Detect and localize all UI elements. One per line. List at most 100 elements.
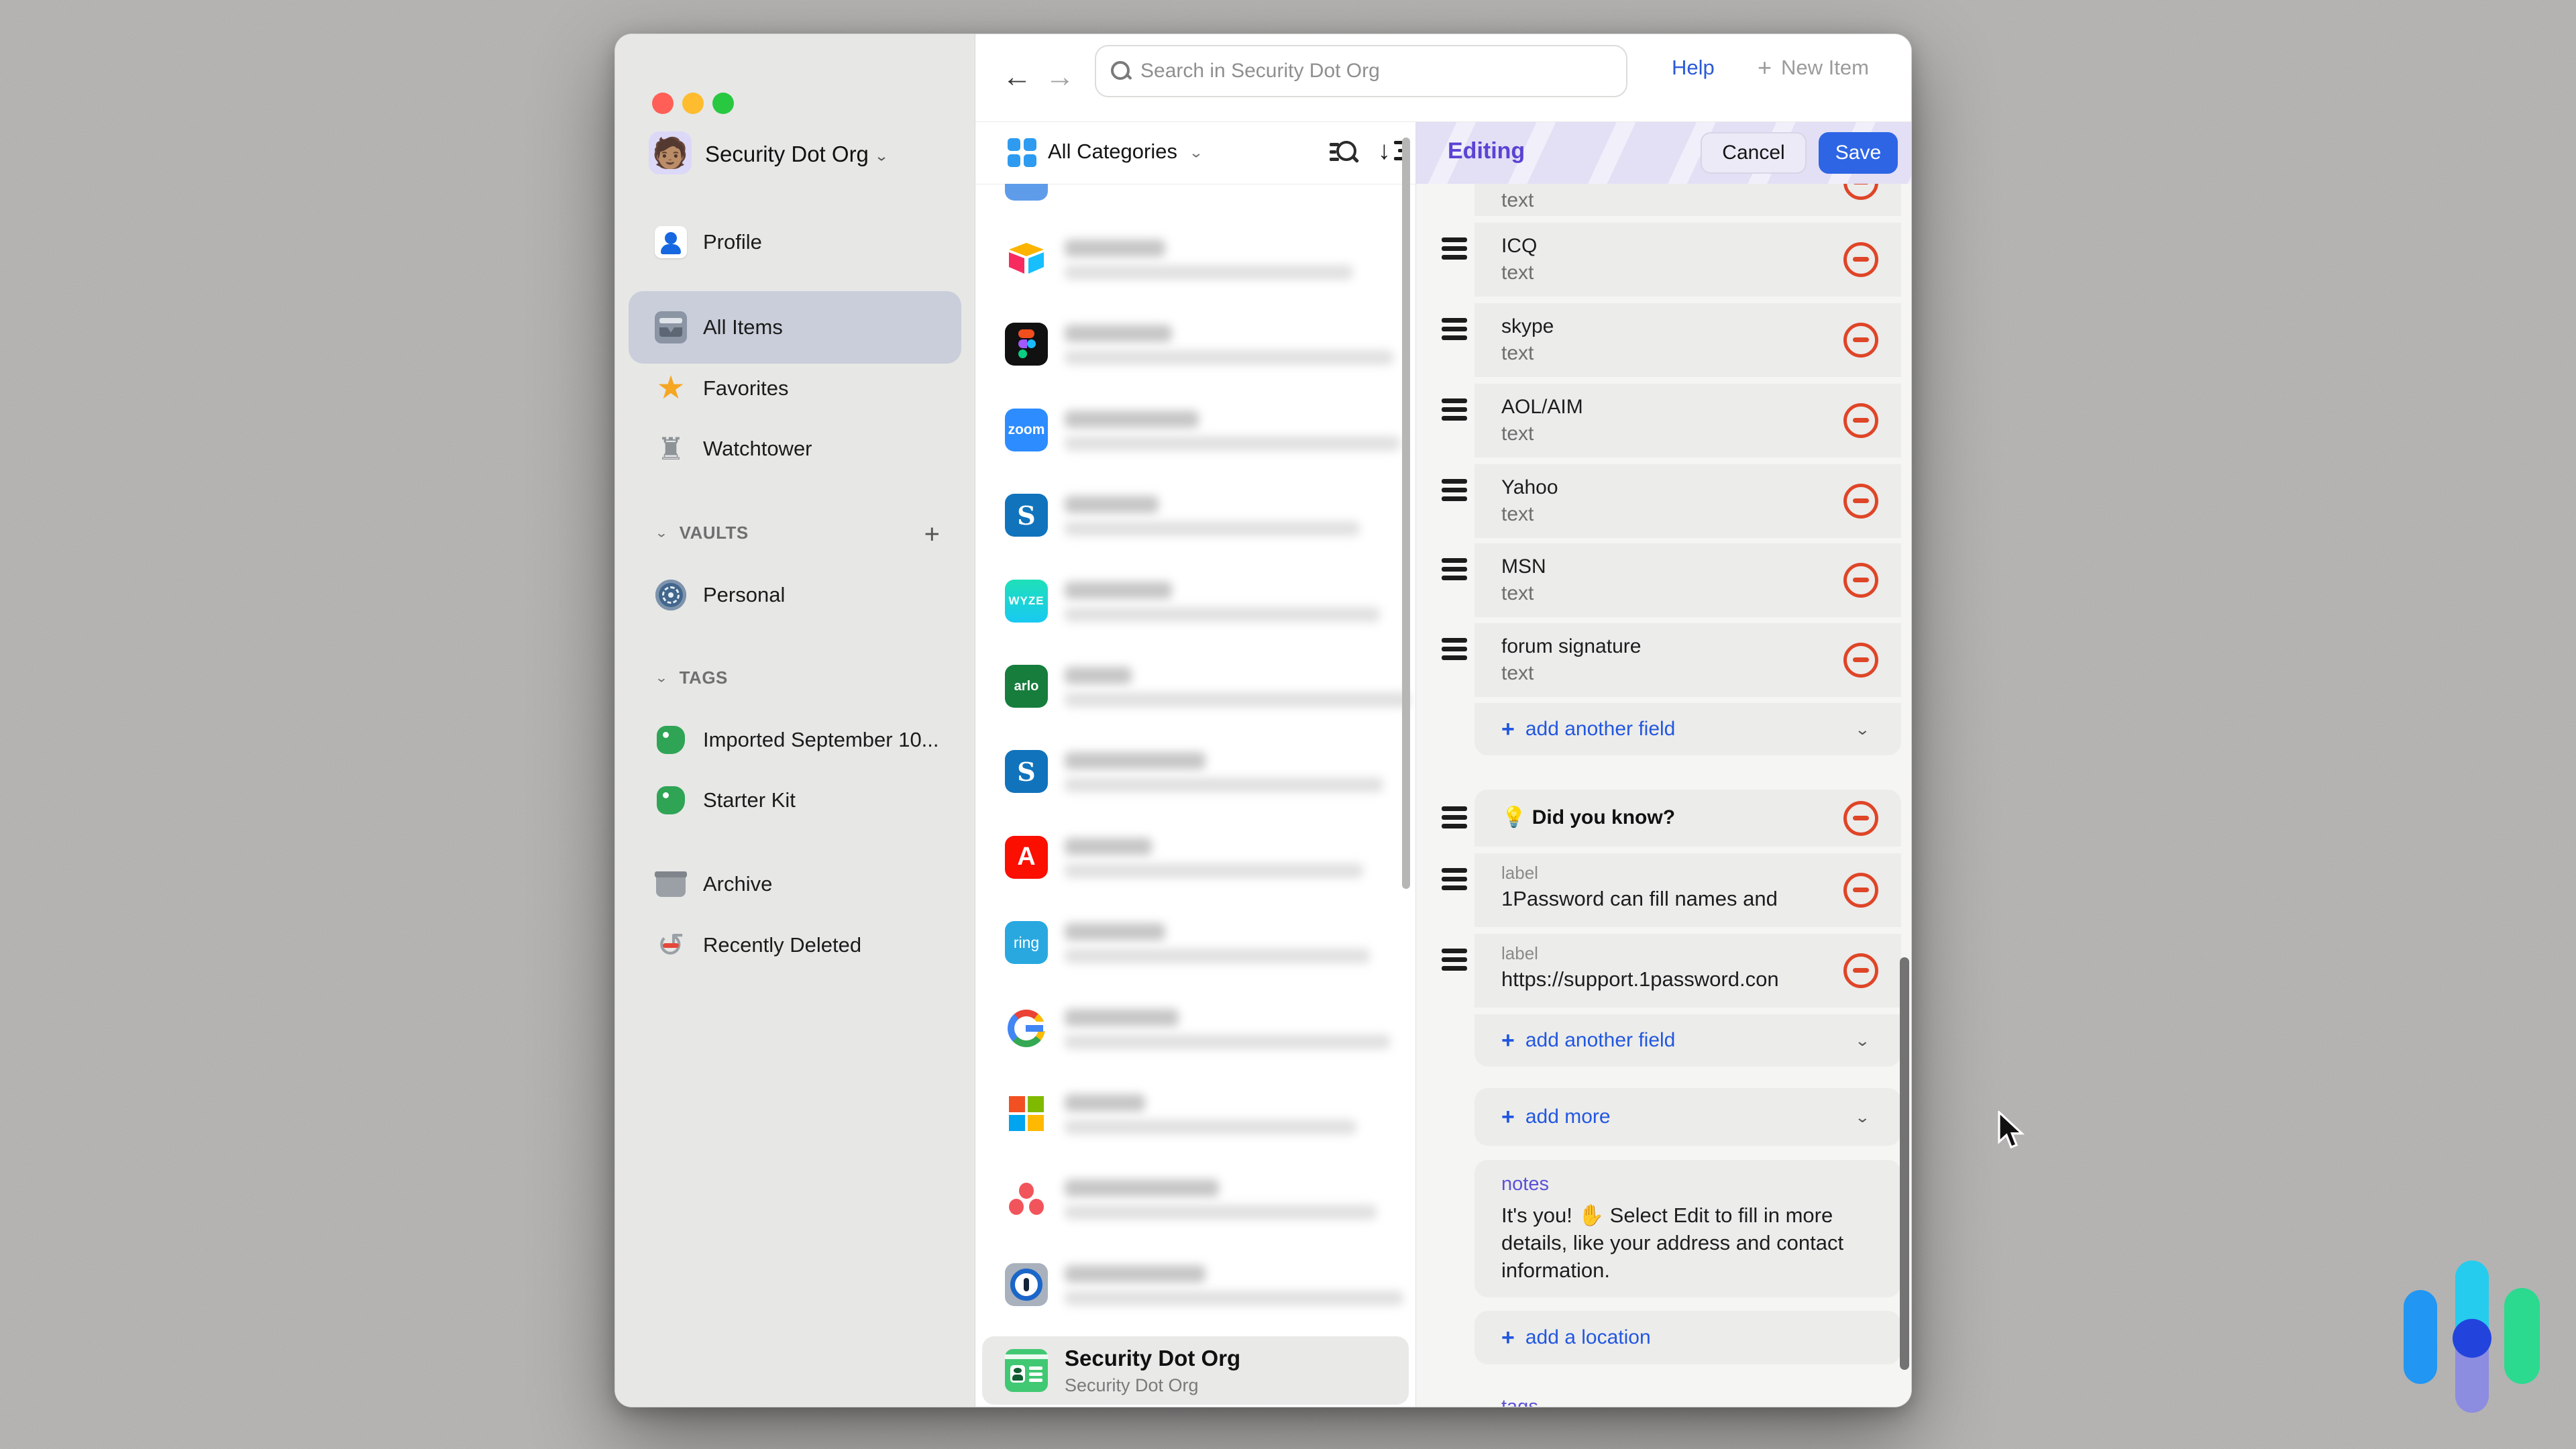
remove-field-button[interactable] [1843, 563, 1878, 598]
drag-handle[interactable] [1442, 638, 1467, 661]
tags-section-header[interactable]: ⌄ TAGS [655, 667, 728, 688]
list-item[interactable] [975, 1157, 1415, 1242]
field-label[interactable]: label [1501, 943, 1538, 964]
list-item[interactable] [975, 302, 1415, 387]
list-item[interactable] [975, 217, 1415, 302]
field-value[interactable]: 1Password can fill names and [1501, 887, 1778, 911]
minimize-window-button[interactable] [682, 93, 704, 114]
field-row-forum-signature[interactable]: forum signature text [1474, 623, 1901, 697]
sidebar-item-tag-imported[interactable]: Imported September 10... [629, 708, 961, 772]
search-icon [1111, 61, 1131, 81]
field-row-icq[interactable]: ICQ text [1474, 223, 1901, 297]
help-link[interactable]: Help [1672, 56, 1715, 80]
sidebar-item-watchtower[interactable]: ♜ Watchtower [629, 417, 961, 481]
list-item[interactable]: zoom [975, 388, 1415, 473]
field-row-label-1[interactable]: label 1Password can fill names and [1474, 853, 1901, 927]
section-row-did-you-know[interactable]: 💡 Did you know? [1474, 790, 1901, 847]
back-icon[interactable]: ← [1002, 57, 1032, 97]
field-value[interactable]: text [1501, 189, 1534, 212]
editor-scrollbar[interactable] [1900, 957, 1909, 1370]
list-scrollbar[interactable] [1402, 138, 1410, 889]
remove-field-button[interactable] [1843, 643, 1878, 678]
field-label[interactable]: skype [1501, 315, 1554, 338]
field-value[interactable]: text [1501, 262, 1534, 284]
list-item[interactable]: S [975, 473, 1415, 558]
field-row-yahoo[interactable]: Yahoo text [1474, 464, 1901, 538]
field-row-partial[interactable]: text [1474, 184, 1901, 216]
remove-field-button[interactable] [1843, 873, 1878, 908]
field-label[interactable]: AOL/AIM [1501, 396, 1583, 419]
sidebar-item-profile[interactable]: Profile [629, 210, 961, 274]
field-label[interactable]: label [1501, 863, 1538, 883]
close-window-button[interactable] [652, 93, 674, 114]
list-item-selected[interactable]: Security Dot Org Security Dot Org [982, 1336, 1409, 1405]
redacted-item-subtitle [1065, 521, 1360, 536]
notes-field[interactable]: notes It's you! ✋ Select Edit to fill in… [1474, 1160, 1901, 1297]
sidebar-item-recently-deleted[interactable]: ↺ Recently Deleted [629, 913, 961, 977]
add-another-field-button[interactable]: +add another field⌄ [1474, 703, 1901, 755]
list-item[interactable] [975, 1242, 1415, 1328]
add-location-button[interactable]: + add a location [1474, 1311, 1901, 1364]
remove-field-button[interactable] [1843, 801, 1878, 836]
drag-handle[interactable] [1442, 398, 1467, 421]
remove-field-button[interactable] [1843, 484, 1878, 519]
field-label[interactable]: ICQ [1501, 235, 1537, 258]
cancel-button[interactable]: Cancel [1701, 132, 1807, 174]
field-value[interactable]: text [1501, 342, 1534, 365]
sidebar-item-all-items[interactable]: All Items [629, 291, 961, 364]
remove-field-button[interactable] [1843, 242, 1878, 277]
save-button[interactable]: Save [1819, 132, 1898, 174]
account-avatar[interactable]: 🧑🏽 [649, 131, 692, 174]
drag-handle[interactable] [1442, 318, 1467, 341]
zoom-window-button[interactable] [712, 93, 734, 114]
drag-handle[interactable] [1442, 868, 1467, 891]
chevron-down-icon: ⌄ [1855, 720, 1870, 738]
field-row-label-2[interactable]: label https://support.1password.con [1474, 934, 1901, 1008]
list-item[interactable]: ring [975, 900, 1415, 985]
add-another-field-button[interactable]: +add another field⌄ [1474, 1014, 1901, 1067]
field-label[interactable]: forum signature [1501, 635, 1641, 658]
sidebar-item-favorites[interactable]: ★ Favorites [629, 356, 961, 421]
list-item[interactable] [975, 986, 1415, 1071]
account-name[interactable]: Security Dot Org [705, 142, 869, 167]
field-row-aol-aim[interactable]: AOL/AIM text [1474, 384, 1901, 458]
field-row-msn[interactable]: MSN text [1474, 543, 1901, 617]
section-title: 💡 Did you know? [1501, 806, 1675, 829]
add-more-button[interactable]: + add more ⌄ [1474, 1088, 1901, 1146]
sidebar-item-archive[interactable]: Archive [629, 852, 961, 916]
field-value[interactable]: text [1501, 582, 1534, 605]
chevron-down-icon[interactable]: ⌄ [1189, 144, 1203, 161]
new-item-button[interactable]: + New Item [1758, 56, 1869, 80]
field-value[interactable]: text [1501, 423, 1534, 445]
field-label[interactable]: Yahoo [1501, 476, 1558, 499]
sidebar-item-personal-vault[interactable]: Personal [629, 563, 961, 627]
remove-field-button[interactable] [1843, 323, 1878, 358]
list-item[interactable]: A [975, 815, 1415, 900]
field-value[interactable]: text [1501, 503, 1534, 526]
drag-handle[interactable] [1442, 949, 1467, 971]
field-row-skype[interactable]: skype text [1474, 303, 1901, 377]
drag-handle[interactable] [1442, 479, 1467, 502]
redacted-item-title [1065, 1265, 1205, 1283]
remove-field-button[interactable] [1843, 403, 1878, 438]
list-item[interactable]: arlo [975, 644, 1415, 729]
drag-handle[interactable] [1442, 237, 1467, 260]
forward-icon[interactable]: → [1045, 57, 1075, 97]
all-categories-dropdown[interactable]: All Categories [1048, 140, 1177, 164]
remove-field-button[interactable] [1843, 184, 1878, 200]
remove-field-button[interactable] [1843, 953, 1878, 988]
sidebar-item-tag-starter-kit[interactable]: Starter Kit [629, 768, 961, 833]
add-vault-button[interactable]: + [924, 520, 940, 550]
drag-handle[interactable] [1442, 558, 1467, 581]
search-input[interactable]: Search in Security Dot Org [1095, 45, 1627, 97]
all-categories-icon[interactable] [1008, 138, 1037, 168]
field-value[interactable]: text [1501, 662, 1534, 685]
field-label[interactable]: MSN [1501, 555, 1546, 578]
field-value[interactable]: https://support.1password.con [1501, 967, 1779, 991]
account-chevron-down-icon[interactable]: ⌄ [874, 148, 889, 164]
list-item[interactable] [975, 1071, 1415, 1157]
drag-handle[interactable] [1442, 806, 1467, 829]
list-item[interactable]: WYZE [975, 559, 1415, 644]
filter-search-icon[interactable] [1330, 140, 1359, 166]
list-item[interactable]: S [975, 729, 1415, 814]
